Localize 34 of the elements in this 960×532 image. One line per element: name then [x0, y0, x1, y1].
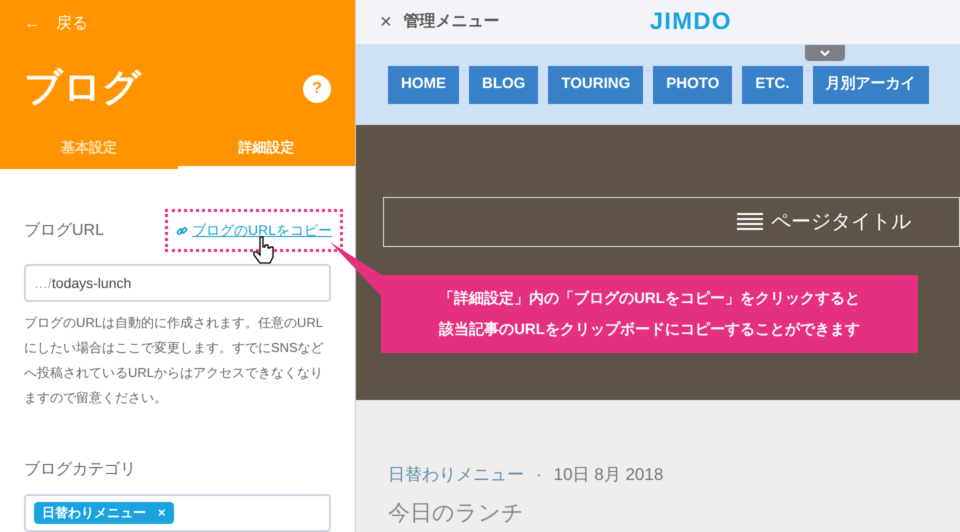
url-input[interactable]: …/todays-lunch [24, 264, 331, 302]
nav-link[interactable]: BLOG [469, 66, 538, 104]
post-date: 10日 8月 2018 [554, 464, 664, 486]
chevron-down-icon [820, 50, 830, 56]
close-button[interactable]: × [380, 7, 392, 37]
nav-link[interactable]: 月別アーカイ [812, 66, 928, 104]
nav-link[interactable]: PHOTO [653, 66, 732, 104]
field-label: ブログURL [24, 220, 104, 240]
pointer-hand-icon [252, 236, 275, 264]
post-category[interactable]: 日替わりメニュー [388, 462, 524, 488]
help-button[interactable]: ? [303, 74, 331, 102]
logo: JIMDO [650, 7, 732, 37]
text-lines-icon [737, 213, 763, 231]
callout-text: 該当記事のURLをクリップボードにコピーすることができます [439, 320, 860, 340]
back-button[interactable]: ← 戻る [0, 0, 355, 36]
post-title: 今日のランチ [388, 498, 525, 526]
copy-url-link[interactable]: ブログのURLをコピー [176, 220, 332, 241]
expand-tab[interactable] [805, 45, 845, 61]
url-value: todays-lunch [52, 274, 132, 293]
callout-text: 「詳細設定」内の「ブログのURLをコピー」をクリックすると [439, 289, 860, 309]
field-label: ブログカテゴリ [24, 460, 137, 480]
help-text: ブログのURLは自動的に作成されます。任意のURLにしたい場合はここで変更します。すでにSNSなどへ投稿されているURLからはアクセスできなくなりますので留意ください。 [24, 314, 325, 407]
category-input[interactable]: 日替わりメニュー × [24, 494, 331, 532]
url-prefix: …/ [34, 274, 52, 292]
admin-title: 管理メニュー [404, 12, 500, 32]
page-title: ページタイトル [771, 210, 911, 235]
separator: · [536, 464, 542, 486]
nav-link[interactable]: TOURING [548, 66, 644, 104]
nav-link[interactable]: ETC. [742, 66, 802, 104]
remove-tag-button[interactable]: × [158, 503, 166, 523]
link-icon [176, 224, 188, 236]
category-tag: 日替わりメニュー × [34, 502, 174, 524]
nav-link[interactable]: HOME [388, 66, 459, 104]
panel-title: ブログ [24, 66, 141, 111]
